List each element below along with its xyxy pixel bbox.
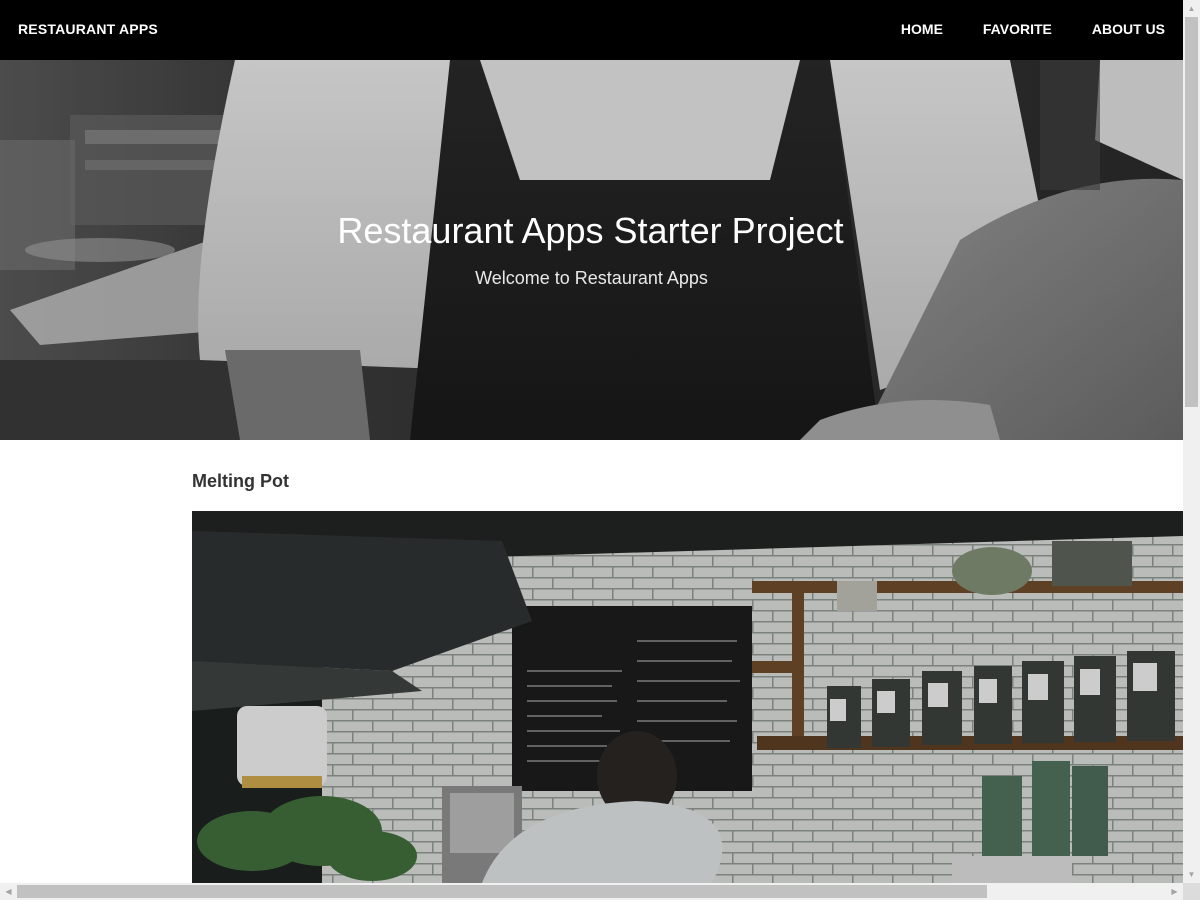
nav-link-favorite[interactable]: FAVORITE — [983, 21, 1052, 37]
restaurant-photo-image — [192, 511, 1183, 883]
page-viewport: RESTAURANT APPS HOME FAVORITE ABOUT US R… — [0, 0, 1183, 883]
horizontal-scrollbar[interactable]: ◀ ▶ — [0, 883, 1183, 900]
brand-link[interactable]: RESTAURANT APPS — [18, 21, 158, 37]
nav-link-about-us[interactable]: ABOUT US — [1092, 21, 1165, 37]
nav-item-home: HOME — [880, 21, 962, 39]
restaurant-name: Melting Pot — [192, 471, 289, 491]
scroll-left-icon[interactable]: ◀ — [0, 883, 17, 900]
main-nav: HOME FAVORITE ABOUT US — [880, 0, 1183, 60]
vertical-scrollbar[interactable]: ▲ ▼ — [1183, 0, 1200, 883]
horizontal-scroll-thumb[interactable] — [17, 885, 987, 898]
nav-item-about-us: ABOUT US — [1071, 21, 1183, 39]
vertical-scroll-thumb[interactable] — [1185, 17, 1198, 407]
scroll-up-icon[interactable]: ▲ — [1183, 0, 1200, 17]
hero-title: Restaurant Apps Starter Project — [337, 210, 844, 251]
hero-banner: Restaurant Apps Starter Project Welcome … — [0, 60, 1183, 440]
restaurant-photo[interactable] — [192, 511, 1183, 883]
nav-link-home[interactable]: HOME — [901, 21, 943, 37]
scrollbar-corner — [1183, 883, 1200, 900]
hero-subtitle: Welcome to Restaurant Apps — [475, 268, 708, 288]
scroll-right-icon[interactable]: ▶ — [1166, 883, 1183, 900]
app-bar: RESTAURANT APPS HOME FAVORITE ABOUT US — [0, 0, 1183, 60]
nav-item-favorite: FAVORITE — [962, 21, 1071, 39]
scroll-down-icon[interactable]: ▼ — [1183, 866, 1200, 883]
